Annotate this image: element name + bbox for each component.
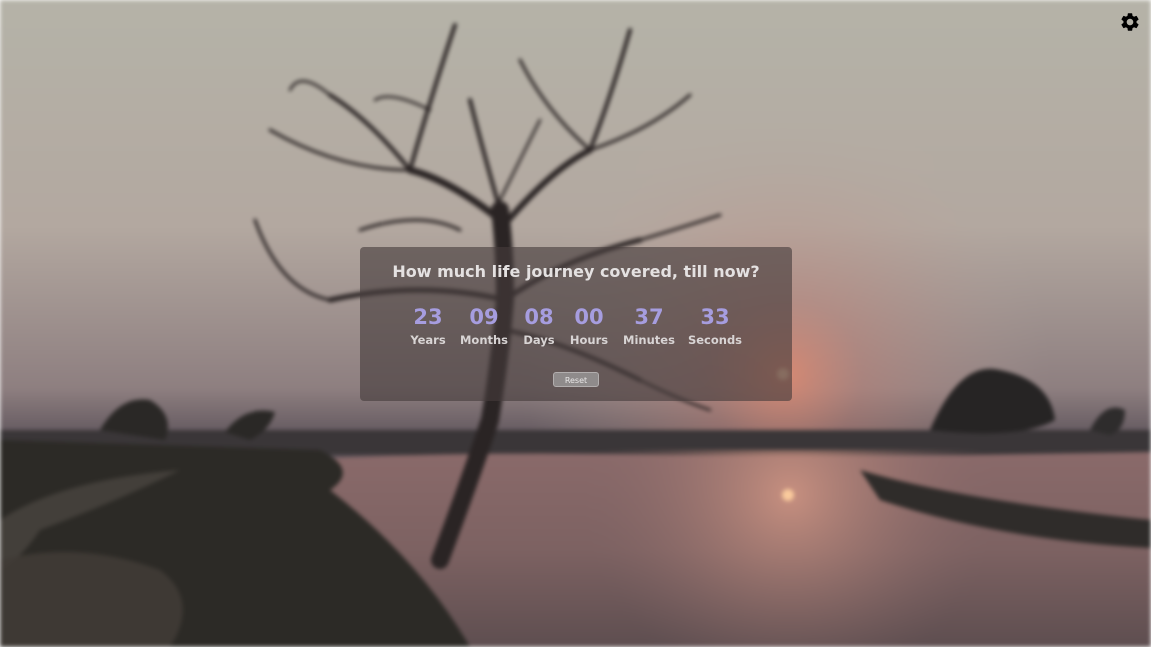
- seconds-label: Seconds: [687, 333, 743, 347]
- question-heading: How much life journey covered, till now?: [392, 262, 760, 281]
- gear-icon: [1121, 13, 1139, 31]
- seconds-value: 33: [700, 305, 730, 329]
- counter-minutes: 37 Minutes: [614, 304, 684, 347]
- minutes-value: 37: [634, 305, 664, 329]
- counter-row: 23 Years 09 Months 08 Days 00 Hours 37 M…: [360, 304, 792, 354]
- life-counter-panel: How much life journey covered, till now?…: [360, 247, 792, 401]
- settings-gear-icon[interactable]: [1119, 11, 1141, 33]
- counter-seconds: 33 Seconds: [680, 304, 750, 347]
- reset-button[interactable]: Reset: [553, 372, 599, 387]
- minutes-label: Minutes: [623, 333, 675, 347]
